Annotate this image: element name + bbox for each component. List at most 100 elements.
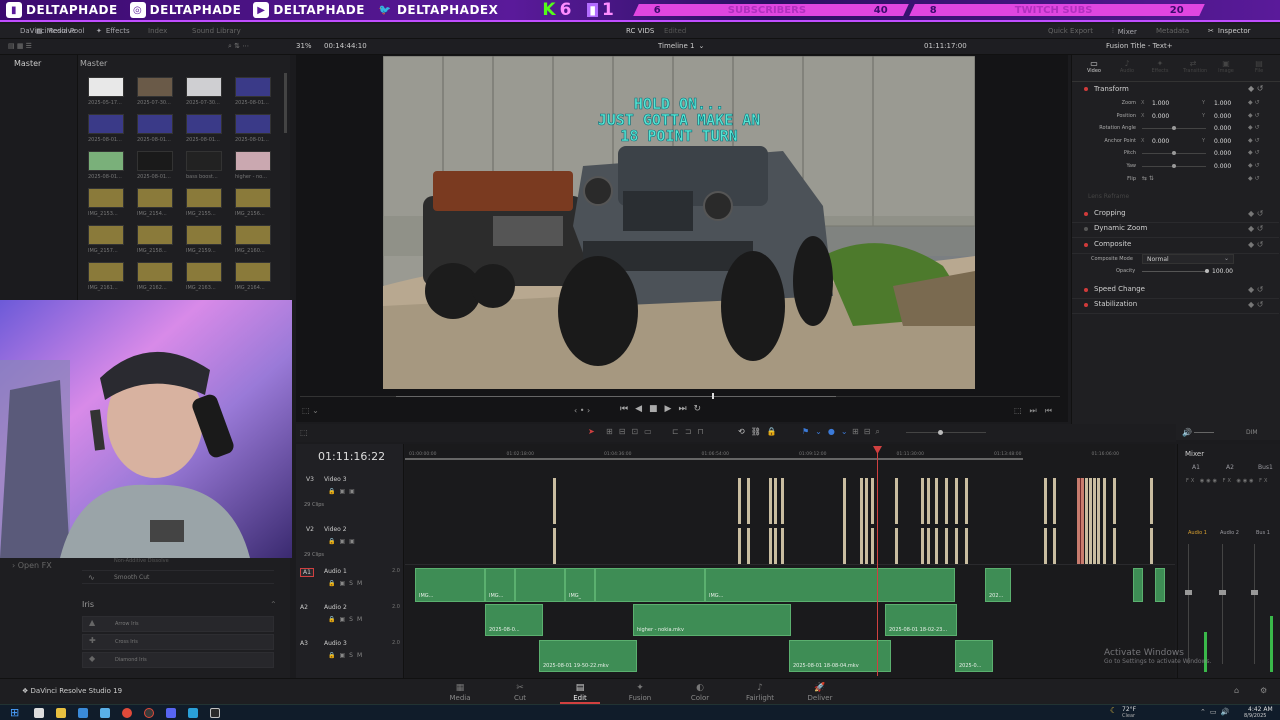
- video-clip[interactable]: [921, 528, 924, 564]
- page-tab-fusion[interactable]: ✦ Fusion: [620, 683, 660, 702]
- page-tab-edit[interactable]: ▤ Edit: [560, 683, 600, 704]
- playhead-marker[interactable]: [873, 446, 882, 454]
- video-clip[interactable]: [1044, 528, 1047, 564]
- audio-clip[interactable]: 2025-08-01 19-50-22.mkv: [539, 640, 637, 672]
- insert-tools[interactable]: ⊏⊐⊓: [672, 427, 710, 436]
- system-tray-icons[interactable]: ⌃▭🔊: [1200, 708, 1233, 716]
- keyframe-reset-icon[interactable]: ◆ ↺: [1248, 162, 1260, 169]
- clip-thumbnail[interactable]: [186, 151, 222, 171]
- audio-clip[interactable]: IMG...: [485, 568, 515, 602]
- clip-thumbnail[interactable]: [235, 114, 271, 134]
- section-enabled-dot[interactable]: [1084, 288, 1088, 292]
- zoom-slider[interactable]: [906, 432, 986, 433]
- audio-clip[interactable]: 2025-0...: [955, 640, 993, 672]
- layout-icon[interactable]: ⬚: [300, 428, 308, 437]
- clip-thumbnail[interactable]: [88, 262, 124, 282]
- chrome-icon[interactable]: [122, 708, 132, 718]
- track-lock-solo-mute[interactable]: 🔒▣SM: [328, 616, 366, 623]
- video-clip[interactable]: [1044, 478, 1047, 524]
- track-id[interactable]: V3: [306, 476, 314, 483]
- effect-arrow-iris[interactable]: ▲ Arrow Iris: [82, 616, 274, 632]
- video-clip[interactable]: [774, 528, 777, 564]
- video-clip[interactable]: [769, 478, 772, 524]
- bin-master[interactable]: Master: [14, 59, 41, 68]
- track-id[interactable]: A3: [300, 640, 308, 647]
- keyframe-reset-icon[interactable]: ◆ ↺: [1248, 112, 1260, 119]
- video-clip[interactable]: [865, 528, 868, 564]
- inspector-tab-image[interactable]: ▣ Image: [1216, 59, 1236, 74]
- obs-icon[interactable]: [144, 708, 154, 718]
- clip-thumbnail[interactable]: [186, 225, 222, 245]
- tab-mixer[interactable]: ⫶ Mixer: [1112, 27, 1137, 36]
- transform-slider-handle[interactable]: [1172, 164, 1176, 168]
- keyframe-reset-icon[interactable]: ◆ ↺: [1248, 149, 1260, 156]
- tab-quick-export[interactable]: Quick Export: [1048, 27, 1093, 35]
- transform-y-value[interactable]: 0.000: [1214, 138, 1231, 145]
- tab-inspector[interactable]: ✂ Inspector: [1208, 27, 1251, 35]
- video-clip[interactable]: [553, 528, 556, 564]
- clip-thumbnail[interactable]: [88, 225, 124, 245]
- video-clip[interactable]: [1053, 528, 1056, 564]
- clip-thumbnail[interactable]: [186, 77, 222, 97]
- track-lock-solo-mute[interactable]: 🔒▣SM: [328, 652, 366, 659]
- fader-bus1[interactable]: [1251, 590, 1258, 595]
- video-clip[interactable]: [843, 528, 846, 564]
- selection-tool-icon[interactable]: ➤: [588, 427, 595, 436]
- video-clip[interactable]: [965, 478, 968, 524]
- scrubber-bar[interactable]: [396, 396, 836, 397]
- video-clip[interactable]: [927, 478, 930, 524]
- audio-clip[interactable]: 2025-08-01 18-02-23...: [885, 604, 957, 636]
- clip-thumbnail[interactable]: [137, 151, 173, 171]
- audio-clip[interactable]: 2025-08-01 18-08-04.mkv: [789, 640, 891, 672]
- tab-effects[interactable]: ✦ Effects: [96, 27, 130, 35]
- clip-thumbnail[interactable]: [186, 114, 222, 134]
- video-clip[interactable]: [769, 528, 772, 564]
- audio-clip[interactable]: IMG_: [565, 568, 595, 602]
- settings-icon[interactable]: ⚙: [1260, 686, 1267, 695]
- video-clip[interactable]: [747, 478, 750, 524]
- discord-icon[interactable]: [166, 708, 176, 718]
- audio-clip[interactable]: IMG...: [415, 568, 485, 602]
- flip-buttons[interactable]: ⇆ ⇅: [1142, 175, 1154, 182]
- audio-clip[interactable]: [515, 568, 565, 602]
- opacity-slider[interactable]: [1142, 271, 1206, 272]
- transform-x-value[interactable]: 1.000: [1152, 100, 1169, 107]
- scrubber-playhead[interactable]: [712, 393, 714, 399]
- video-clip[interactable]: [1150, 528, 1153, 564]
- video-clip[interactable]: [1093, 528, 1096, 564]
- section-enabled-dot[interactable]: [1084, 227, 1088, 231]
- jog-icon[interactable]: ‹ • ›: [574, 406, 590, 415]
- video-clip[interactable]: [1113, 528, 1116, 564]
- mixer-fx-row[interactable]: FX ◉◉◉ FX ◉◉◉ FX: [1186, 478, 1269, 484]
- video-clip[interactable]: [1150, 478, 1153, 524]
- transport-controls[interactable]: ⏮◀■▶⏭↻: [620, 404, 708, 414]
- video-clip[interactable]: [895, 528, 898, 564]
- media-pool-scrollbar[interactable]: [284, 73, 287, 133]
- audio-clip[interactable]: higher - nokia.mkv: [633, 604, 791, 636]
- section-cropping[interactable]: Cropping: [1094, 209, 1126, 217]
- video-clip[interactable]: [553, 478, 556, 524]
- viewer-zoom[interactable]: 31%: [296, 42, 312, 50]
- video-clip[interactable]: [927, 528, 930, 564]
- keyframe-reset-icon[interactable]: ◆ ↺: [1248, 99, 1260, 106]
- tab-sound-library[interactable]: Sound Library: [192, 27, 241, 35]
- keyframe-icon[interactable]: ◆ ↺: [1248, 285, 1263, 294]
- tab-metadata[interactable]: Metadata: [1156, 27, 1189, 35]
- section-composite[interactable]: Composite: [1094, 240, 1131, 248]
- flag-marker-tools[interactable]: ⚑⌄●⌄: [802, 427, 854, 436]
- keyframe-reset-icon[interactable]: ◆ ↺: [1248, 137, 1260, 144]
- keyframe-icon[interactable]: ◆ ↺: [1248, 84, 1263, 93]
- video-clip[interactable]: [774, 478, 777, 524]
- dim-button[interactable]: DIM: [1246, 429, 1258, 436]
- page-tab-cut[interactable]: ✂ Cut: [500, 683, 540, 702]
- video-clip[interactable]: [955, 478, 958, 524]
- volume-slider[interactable]: [1194, 432, 1214, 433]
- clip-thumbnail[interactable]: [186, 188, 222, 208]
- start-icon[interactable]: ⊞: [10, 706, 19, 719]
- clip-thumbnail[interactable]: [235, 188, 271, 208]
- inspector-tab-effects[interactable]: ✦ Effects: [1150, 59, 1170, 74]
- audio-clip[interactable]: [1133, 568, 1143, 602]
- track-name[interactable]: Audio 2: [324, 604, 347, 611]
- search-icon[interactable]: ⌕ ⇅ ⋯: [228, 42, 249, 51]
- clip-thumbnail[interactable]: [137, 225, 173, 245]
